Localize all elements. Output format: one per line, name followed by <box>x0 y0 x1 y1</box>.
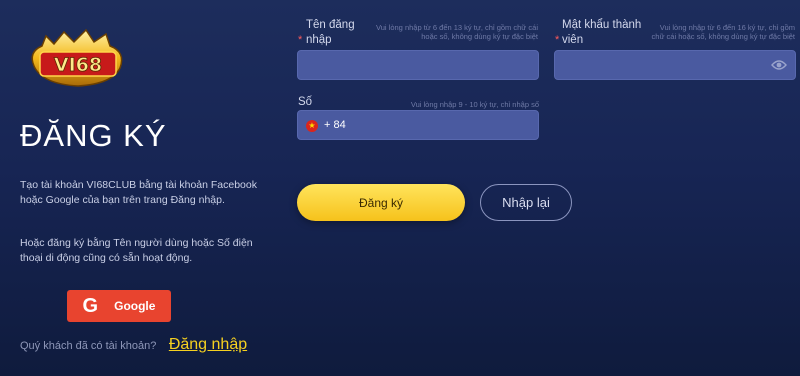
svg-text:VI68: VI68 <box>54 54 102 76</box>
password-hint: Vui lòng nhập từ 6 đến 16 ký tự, chỉ gồm… <box>651 23 795 41</box>
password-label: Mật khẩu thành viên <box>562 19 642 46</box>
sidebar: VI68 ĐĂNG KÝ Tạo tài khoản VI68CLUB bằng… <box>0 0 260 376</box>
vietnam-flag-icon: ★ <box>306 120 318 132</box>
username-label: Tên đăng nhập <box>306 19 355 46</box>
password-input[interactable] <box>554 50 796 80</box>
reset-button[interactable]: Nhập lại <box>480 184 572 221</box>
login-question: Quý khách đã có tài khoản? <box>20 340 157 352</box>
register-button[interactable]: Đăng ký <box>297 184 465 221</box>
google-icon: G <box>82 295 99 317</box>
phone-input[interactable]: ★ + 84 <box>297 110 539 140</box>
eye-icon[interactable] <box>771 59 787 71</box>
page-title: ĐĂNG KÝ <box>20 118 167 153</box>
phone-hint: Vui lòng nhập 9 - 10 ký tự, chỉ nhập số <box>410 100 539 109</box>
username-hint: Vui lòng nhập từ 6 đến 13 ký tự, chỉ gồm… <box>376 23 538 41</box>
phone-country-code: + 84 <box>324 119 346 131</box>
register-alternative-description: Hoặc đăng ký bằng Tên người dùng hoặc Số… <box>20 237 253 264</box>
login-link[interactable]: Đăng nhập <box>169 336 247 353</box>
register-description: Tạo tài khoản VI68CLUB bằng tài khoản Fa… <box>20 179 257 206</box>
google-button-label: Google <box>114 299 156 313</box>
google-signup-button[interactable]: G Google <box>67 290 171 322</box>
username-input[interactable] <box>297 50 539 80</box>
vi68-logo: VI68 <box>31 28 123 87</box>
username-required-mark: * <box>298 34 303 46</box>
login-prompt: Quý khách đã có tài khoản? Đăng nhập <box>20 334 250 356</box>
password-required-mark: * <box>555 34 560 46</box>
